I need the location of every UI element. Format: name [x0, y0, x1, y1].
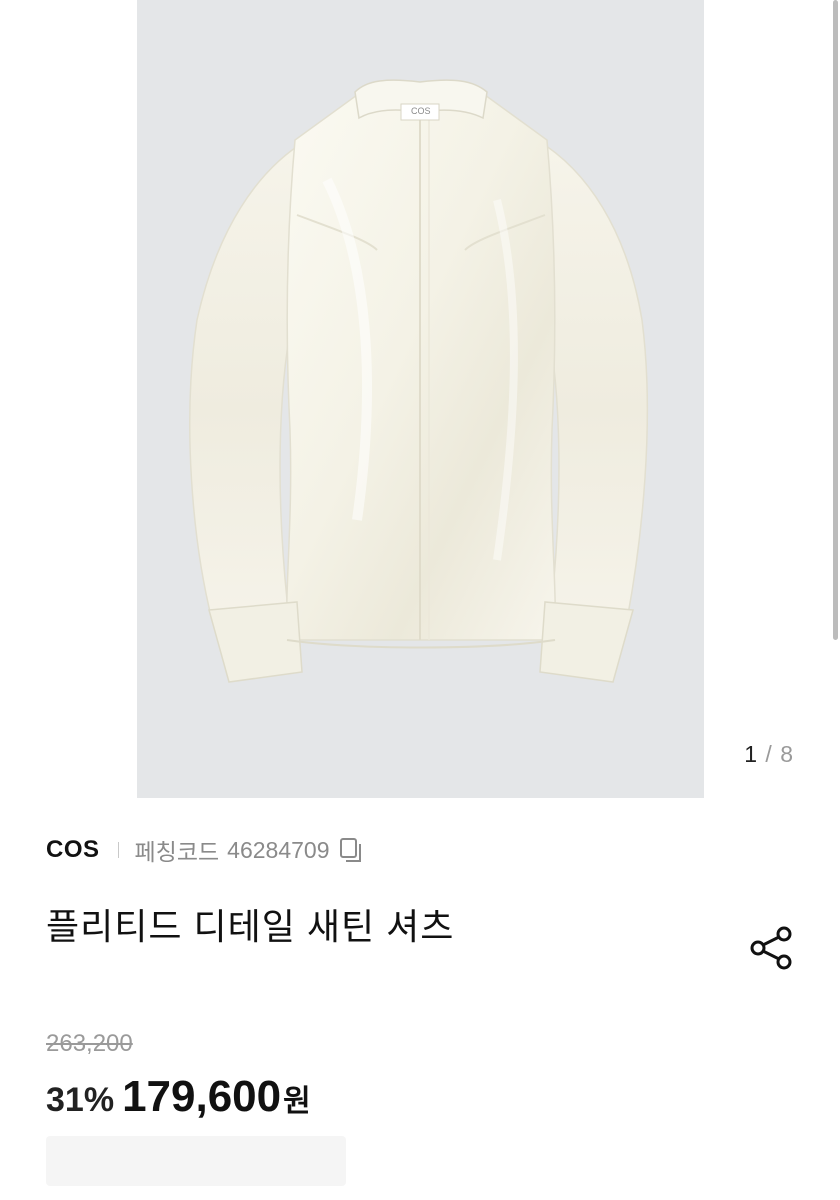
product-image-gallery[interactable]: COS 1 / 8 — [0, 0, 840, 800]
original-price: 263,200 — [46, 1030, 133, 1057]
sale-price-row: 31% 179,600 원 — [46, 1072, 311, 1122]
product-meta-row: COS 페칭코드 46284709 — [46, 834, 364, 866]
loading-placeholder — [46, 1136, 346, 1186]
shirt-illustration — [189, 79, 649, 683]
scrollbar[interactable] — [833, 0, 838, 640]
currency-unit: 원 — [283, 1085, 311, 1118]
brand-link[interactable]: COS — [46, 836, 100, 864]
fetching-code-value: 46284709 — [227, 836, 330, 863]
discount-rate: 31% — [46, 1081, 115, 1119]
product-detail-page: COS 1 / 8 COS 페칭코드 46284709 플리티드 디테일 새틴 … — [0, 0, 840, 1200]
product-title: 플리티드 디테일 새틴 셔츠 — [46, 906, 455, 947]
sale-price: 179,600 — [122, 1072, 282, 1121]
fetching-code-label: 페칭코드 — [134, 839, 220, 865]
image-counter: 1 / 8 — [744, 741, 794, 768]
copy-icon[interactable] — [338, 836, 364, 864]
image-counter-total: 8 — [780, 741, 794, 767]
image-counter-current: 1 — [744, 741, 759, 767]
garment-label-text: COS — [411, 106, 431, 116]
product-photo[interactable]: COS — [137, 0, 704, 798]
image-counter-separator: / — [765, 741, 773, 767]
share-icon[interactable] — [748, 924, 796, 972]
meta-divider — [117, 842, 119, 858]
